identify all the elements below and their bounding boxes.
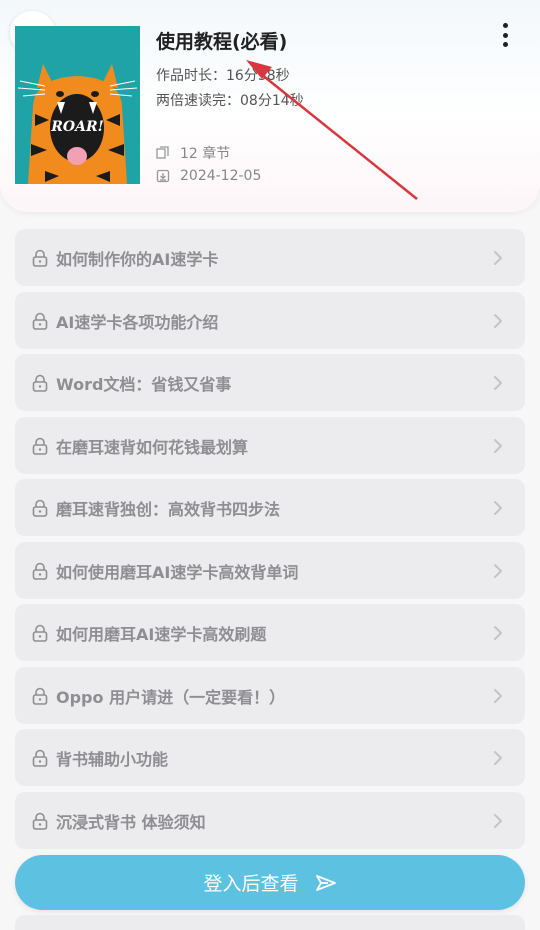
chapter-count-row: 12 章节 [156,143,230,163]
chapter-title: 背书辅助小功能 [56,749,169,769]
chapter-item[interactable]: 磨耳速背独创：高效背书四步法 [15,479,525,536]
download-icon [156,169,180,183]
chapter-title: 如何用磨耳AI速学卡高效刷题 [56,624,267,644]
chevron-right-icon [493,375,503,395]
lock-icon [31,812,49,830]
chapter-item[interactable]: 在磨耳速背如何花钱最划算 [15,417,525,474]
lock-icon [31,374,49,392]
send-icon [299,874,337,892]
chapter-item[interactable]: AI速学卡各项功能介绍 [15,292,525,349]
chapter-title: 如何使用磨耳AI速学卡高效背单词 [56,562,299,582]
chapter-title: Word文档：省钱又省事 [56,374,232,394]
chapter-item[interactable]: 如何用磨耳AI速学卡高效刷题 [15,604,525,661]
chapter-item[interactable]: 如何使用磨耳AI速学卡高效背单词 [15,542,525,599]
page-title: 使用教程(必看) [156,31,288,53]
chapter-title: 在磨耳速背如何花钱最划算 [56,437,249,457]
chevron-right-icon [493,750,503,770]
chapter-item[interactable]: 沉浸式背书 体验须知 [15,792,525,849]
double-speed-text: 两倍速读完：08分14秒 [156,93,304,109]
chapter-item[interactable]: 如何制作你的AI速学卡 [15,229,525,286]
lock-icon [31,312,49,330]
lock-icon [31,687,49,705]
more-options-button[interactable] [494,20,516,50]
cover-text: ROAR! [51,119,104,135]
login-button-label: 登入后查看 [203,873,299,895]
chevron-right-icon [493,438,503,458]
chevron-right-icon [493,625,503,645]
list-item-peek [15,915,525,930]
chapter-title: 如何制作你的AI速学卡 [56,249,219,269]
chapter-item[interactable]: Oppo 用户请进（一定要看！） [15,667,525,724]
date-row: 2024-12-05 [156,168,261,184]
copy-icon [156,146,180,160]
lock-icon [31,499,49,517]
lock-icon [31,749,49,767]
chevron-right-icon [493,500,503,520]
chapter-item[interactable]: 背书辅助小功能 [15,729,525,786]
lock-icon [31,562,49,580]
chapter-title: 磨耳速背独创：高效背书四步法 [56,499,281,519]
chevron-right-icon [493,563,503,583]
publish-date: 2024-12-05 [180,168,262,184]
chapter-item[interactable]: Word文档：省钱又省事 [15,354,525,411]
chapter-title: Oppo 用户请进（一定要看！） [56,687,286,707]
chapter-title: 沉浸式背书 体验须知 [56,812,206,832]
duration-text: 作品时长：16分58秒 [156,68,290,84]
chevron-right-icon [493,313,503,333]
login-to-view-button[interactable]: 登入后查看 [15,855,525,910]
lock-icon [31,624,49,642]
chevron-right-icon [493,250,503,270]
chapter-title: AI速学卡各项功能介绍 [56,312,219,332]
lock-icon [31,437,49,455]
lock-icon [31,249,49,267]
chapter-count: 12 章节 [180,146,231,162]
more-vertical-icon [502,23,508,28]
chevron-right-icon [493,688,503,708]
chevron-right-icon [493,813,503,833]
cover-image: ROAR! [15,26,140,184]
